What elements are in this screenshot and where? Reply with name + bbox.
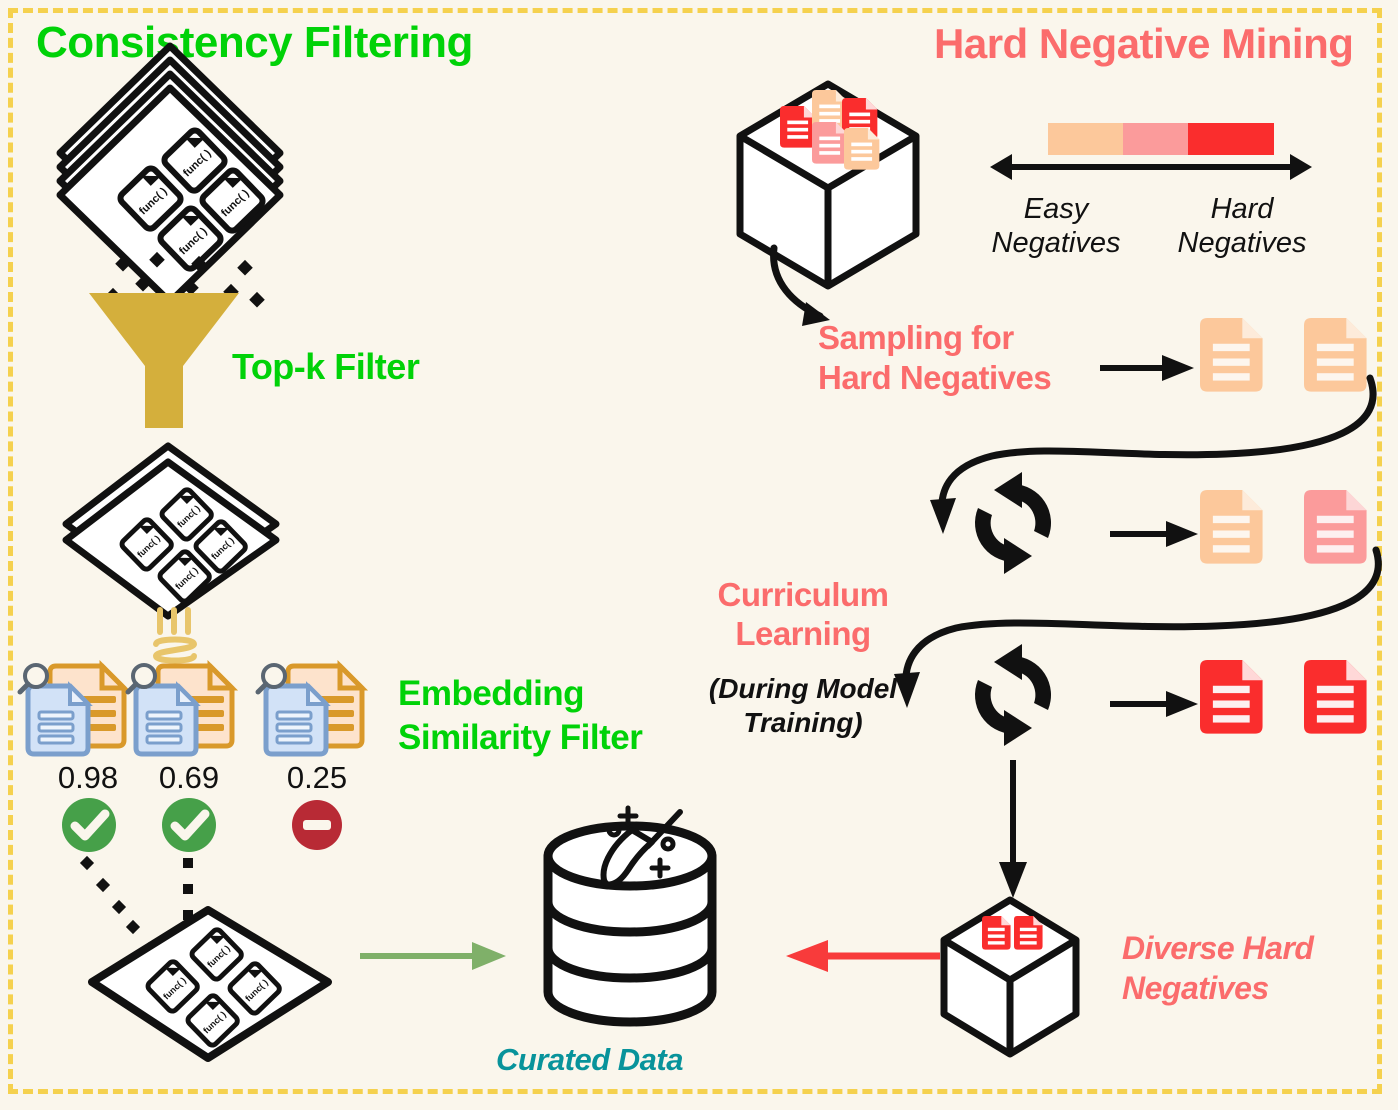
label-curriculum-learning: Curriculum Learning [700, 576, 906, 654]
page-title-consistency-filtering: Consistency Filtering [36, 18, 473, 67]
axis-label-hard-negatives: Hard Negatives [1172, 192, 1312, 260]
similarity-score-0: 0.98 [57, 760, 119, 795]
label-during-line-2: Training) [743, 706, 863, 738]
axis-label-hard-line-2: Negatives [1177, 227, 1307, 260]
axis-label-easy-line-1: Easy [1023, 193, 1089, 225]
label-diverse-line-1: Diverse Hard [1122, 930, 1314, 966]
similarity-score-1: 0.69 [158, 760, 220, 795]
label-diverse-line-2: Negatives [1122, 970, 1269, 1006]
label-curriculum-line-1: Curriculum [717, 576, 889, 613]
red-flow-arrow-icon [786, 940, 940, 972]
filtered-dataset-stack-icon: func( ) func( ) func( ) func( ) [62, 442, 280, 620]
check-circle-icon [162, 798, 216, 852]
diverse-hard-negatives-cube-icon [940, 896, 1080, 1058]
label-embedding-line-1: Embedding [398, 674, 585, 713]
label-curated-data: Curated Data [496, 1042, 683, 1077]
loop1-to-docs-arrow-icon [1110, 521, 1198, 547]
label-during-model-training: (During Model Training) [690, 672, 916, 739]
label-curriculum-line-2: Learning [735, 614, 871, 652]
diagram-canvas: Consistency Filtering func( ) func( ) fu… [0, 0, 1398, 1110]
label-during-line-1: (During Model [708, 673, 898, 704]
axis-label-easy-line-2: Negatives [991, 227, 1121, 260]
label-diverse-hard-negatives: Diverse Hard Negatives [1122, 928, 1314, 1008]
label-embedding-similarity-filter: Embedding Similarity Filter [398, 672, 643, 760]
embedding-similarity-pairs-icon [17, 659, 369, 757]
axis-label-easy-negatives: Easy Negatives [986, 192, 1126, 260]
curated-dataset-diamond-icon: func( ) func( ) func( ) func( ) [88, 906, 332, 1062]
loop2-to-docs-arrow-icon [1110, 691, 1198, 717]
funnel-icon [89, 293, 239, 428]
check-circle-icon [62, 798, 116, 852]
database-cylinder-icon [543, 805, 717, 1027]
label-embedding-line-2: Similarity Filter [398, 717, 643, 757]
page-title-hard-negative-mining: Hard Negative Mining [934, 20, 1354, 67]
similarity-score-2: 0.25 [286, 760, 348, 795]
label-sampling-line-1: Sampling for [818, 319, 1014, 356]
label-topk-filter: Top-k Filter [232, 346, 420, 387]
round-3-documents [1200, 660, 1367, 734]
green-flow-arrow-icon [360, 942, 506, 970]
difficulty-axis-arrow-icon [990, 154, 1312, 180]
deny-circle-icon [288, 796, 346, 854]
recycle-loop-icon [974, 644, 1052, 746]
axis-label-hard-line-1: Hard [1210, 193, 1274, 225]
loop-to-output-arrow-icon [999, 760, 1027, 898]
